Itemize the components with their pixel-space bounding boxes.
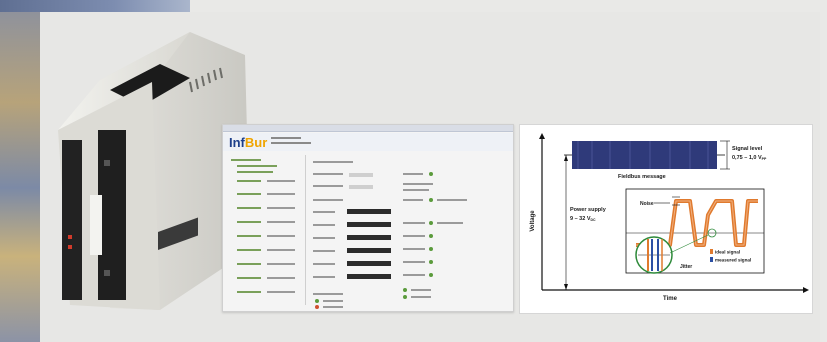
fieldbus-message-block	[572, 141, 717, 169]
signal-level-value: 0,75 – 1,0 VPP	[732, 155, 767, 161]
device-terminal-right	[98, 130, 126, 300]
device-terminal-left	[62, 140, 82, 300]
measured-signal-swatch	[710, 257, 713, 262]
power-supply-value: 9 – 32 VDC	[570, 216, 596, 222]
software-screenshot: InfBur	[222, 124, 514, 312]
measured-signal-label: measured signal	[715, 258, 751, 263]
jitter-label: Jitter	[680, 264, 692, 270]
software-title-bar	[223, 125, 513, 132]
ideal-signal-swatch	[710, 249, 713, 254]
power-supply-label: Power supply	[570, 207, 607, 213]
device-label-plate	[90, 195, 102, 255]
ideal-signal-label: ideal signal	[715, 250, 740, 255]
noise-label: Noise	[640, 201, 654, 207]
software-logo: InfBur	[229, 135, 268, 150]
y-axis-label: Voltage	[530, 210, 536, 232]
fieldbus-message-label: Fieldbus message	[618, 174, 666, 180]
device-led-2	[68, 245, 72, 249]
background-top-strip	[0, 0, 190, 12]
signal-diagram: Voltage Time Signal level 0,75 – 1,0 VPP…	[519, 124, 813, 314]
signal-level-label: Signal level	[732, 146, 763, 152]
x-axis-label: Time	[663, 296, 678, 302]
background-photo-strip	[0, 0, 40, 342]
device-led-1	[68, 235, 72, 239]
